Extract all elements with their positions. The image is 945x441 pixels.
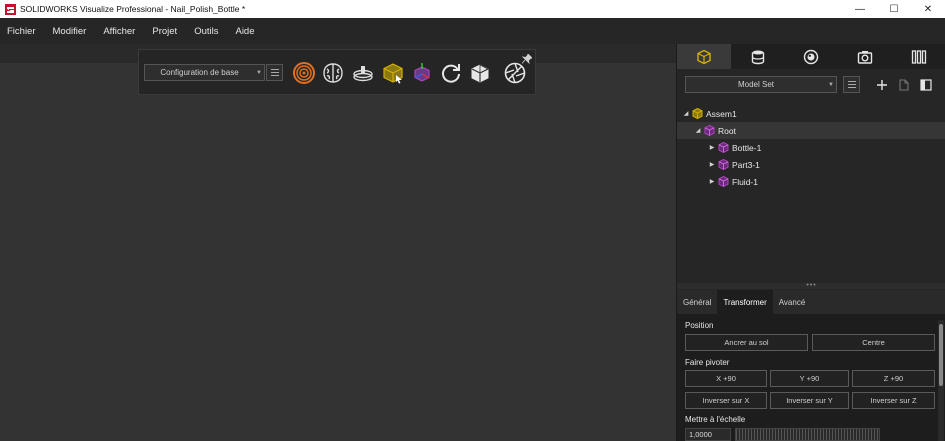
turntable-icon[interactable]: [350, 60, 376, 86]
model-set-list-button[interactable]: [843, 76, 860, 93]
menu-modifier[interactable]: Modifier: [53, 26, 87, 37]
chevron-down-icon: ▼: [828, 81, 834, 88]
menu-outils[interactable]: Outils: [194, 26, 218, 37]
part-cube-icon: [703, 125, 715, 137]
configuration-value: Configuration de base: [160, 68, 239, 77]
menu-aide[interactable]: Aide: [235, 26, 254, 37]
tree-item-part3-1[interactable]: ▶ Part3-1: [677, 156, 945, 173]
solidworks-logo-icon: [4, 3, 16, 15]
title-bar: SOLIDWORKS Visualize Professional - Nail…: [0, 0, 945, 18]
cube-select-icon[interactable]: [380, 60, 406, 86]
maximize-button[interactable]: ☐: [877, 0, 911, 18]
grip-dots-icon: •••: [806, 282, 817, 289]
models-tab[interactable]: [677, 44, 731, 69]
flip-y-button[interactable]: Inverser sur Y: [770, 392, 849, 409]
assembly-cube-icon: [691, 108, 703, 120]
menu-projet[interactable]: Projet: [152, 26, 177, 37]
tree-item-label: Root: [718, 125, 736, 136]
expanded-arrow-icon[interactable]: ◢: [681, 110, 691, 117]
import-document-icon[interactable]: [895, 76, 912, 93]
model-set-select[interactable]: Model Set ▼: [685, 76, 837, 93]
refresh-icon[interactable]: [438, 60, 464, 86]
tree-item-bottle-1[interactable]: ▶ Bottle-1: [677, 139, 945, 156]
brain-icon[interactable]: [320, 60, 346, 86]
render-target-icon[interactable]: [291, 60, 317, 86]
camera-icon: [858, 50, 873, 64]
tree-item-assem1[interactable]: ◢ Assem1: [677, 105, 945, 122]
tab-transformer[interactable]: Transformer: [717, 290, 773, 314]
pin-icon[interactable]: [521, 51, 533, 65]
menu-bar: Fichier Modifier Afficher Projet Outils …: [0, 18, 945, 44]
tree-item-label: Assem1: [706, 108, 737, 119]
add-icon[interactable]: [873, 76, 890, 93]
appearances-tab[interactable]: [731, 44, 785, 69]
tree-item-label: Part3-1: [732, 159, 760, 170]
scale-slider[interactable]: [735, 428, 880, 441]
properties-scrollbar-thumb[interactable]: [939, 324, 943, 386]
panel-splitter[interactable]: •••: [677, 282, 945, 289]
tab-general[interactable]: Général: [677, 290, 717, 314]
database-icon: [751, 50, 764, 64]
collapsed-arrow-icon[interactable]: ▶: [707, 144, 717, 151]
position-label: Position: [685, 321, 714, 330]
configuration-select[interactable]: Configuration de base ▼: [144, 64, 265, 81]
pivot-cube-icon[interactable]: [409, 60, 435, 86]
tree-item-fluid-1[interactable]: ▶ Fluid-1: [677, 173, 945, 190]
list-icon: [270, 69, 279, 76]
minimize-button[interactable]: —: [843, 0, 877, 18]
rotate-y-button[interactable]: Y +90: [770, 370, 849, 387]
chevron-down-icon: ▼: [256, 69, 262, 76]
app-window: SOLIDWORKS Visualize Professional - Nail…: [0, 0, 945, 441]
tree-item-label: Bottle-1: [732, 142, 762, 153]
main-toolbar: Configuration de base ▼: [138, 49, 536, 95]
cube-icon: [697, 49, 711, 64]
flip-x-button[interactable]: Inverser sur X: [685, 392, 767, 409]
model-set-value: Model Set: [737, 80, 775, 89]
library-columns-icon: [911, 49, 927, 64]
cameras-tab[interactable]: [838, 44, 892, 69]
3d-viewport[interactable]: [0, 44, 676, 441]
collapsed-arrow-icon[interactable]: ▶: [707, 178, 717, 185]
rotate-x-button[interactable]: X +90: [685, 370, 767, 387]
environment-sphere-icon: [804, 49, 819, 64]
menu-fichier[interactable]: Fichier: [7, 26, 36, 37]
scale-input[interactable]: 1,0000: [685, 428, 731, 441]
close-button[interactable]: ✕: [911, 0, 945, 18]
panel-tabs: [677, 44, 945, 69]
scale-label: Mettre à l'échelle: [685, 415, 746, 424]
part-cube-icon: [717, 142, 729, 154]
tab-avance[interactable]: Avancé: [773, 290, 812, 314]
right-panel: Model Set ▼ ◢ Assem1 ◢ Root ▶ Bottle-1 ▶…: [676, 44, 945, 441]
model-tree: ◢ Assem1 ◢ Root ▶ Bottle-1 ▶ Part3-1 ▶ F…: [677, 102, 945, 282]
menu-afficher[interactable]: Afficher: [103, 26, 135, 37]
tree-item-label: Fluid-1: [732, 176, 758, 187]
flip-z-button[interactable]: Inverser sur Z: [852, 392, 935, 409]
window-title: SOLIDWORKS Visualize Professional - Nail…: [20, 4, 246, 14]
part-cube-icon: [717, 176, 729, 188]
libraries-tab[interactable]: [892, 44, 945, 69]
collapsed-arrow-icon[interactable]: ▶: [707, 161, 717, 168]
expanded-arrow-icon[interactable]: ◢: [693, 127, 703, 134]
rotate-z-button[interactable]: Z +90: [852, 370, 935, 387]
wireframe-cube-icon[interactable]: [467, 60, 493, 86]
list-icon: [847, 81, 856, 88]
panel-layout-icon[interactable]: [917, 76, 934, 93]
anchor-to-ground-button[interactable]: Ancrer au sol: [685, 334, 808, 351]
rotate-label: Faire pivoter: [685, 358, 730, 367]
center-button[interactable]: Centre: [812, 334, 935, 351]
tree-item-root[interactable]: ◢ Root: [677, 122, 945, 139]
scenes-tab[interactable]: [785, 44, 839, 69]
configuration-list-button[interactable]: [266, 64, 283, 81]
properties-tabs: Général Transformer Avancé: [677, 290, 945, 314]
properties-body: Position Ancrer au sol Centre Faire pivo…: [677, 314, 945, 441]
window-controls: — ☐ ✕: [843, 0, 945, 18]
part-cube-icon: [717, 159, 729, 171]
